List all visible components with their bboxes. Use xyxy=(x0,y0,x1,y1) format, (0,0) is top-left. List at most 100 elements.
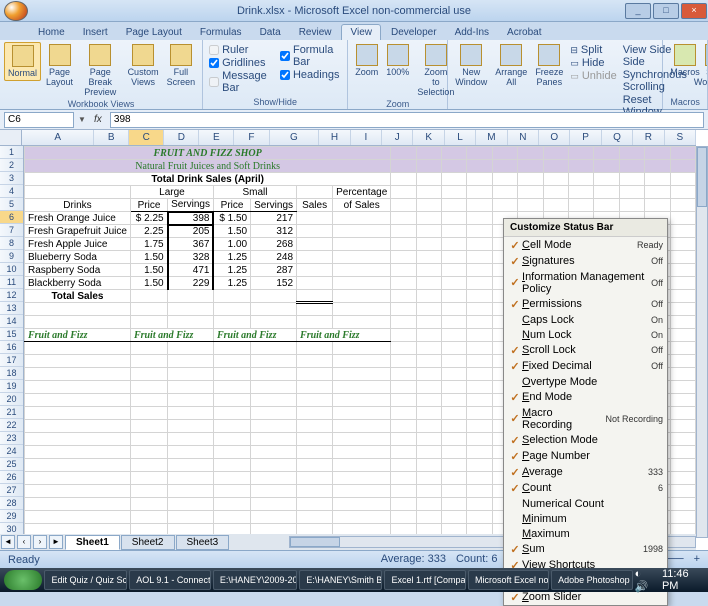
btn-unhide[interactable]: ▭ Unhide xyxy=(570,70,616,82)
col-header-K[interactable]: K xyxy=(413,130,444,145)
col-header-R[interactable]: R xyxy=(633,130,664,145)
tab-insert[interactable]: Insert xyxy=(75,25,116,40)
tab-data[interactable]: Data xyxy=(252,25,289,40)
lp-3[interactable]: 1.50 xyxy=(130,251,167,264)
row-header-14[interactable]: 14 xyxy=(0,315,23,328)
ctx-item-12[interactable]: ✓Page Number xyxy=(504,448,667,464)
drink-5[interactable]: Blackberry Soda xyxy=(25,277,131,290)
chk-ruler[interactable]: Ruler xyxy=(209,44,274,56)
ss-0[interactable]: 217 xyxy=(251,212,297,225)
row-header-25[interactable]: 25 xyxy=(0,458,23,471)
taskbar-item-4[interactable]: Excel 1.rtf [Compa… xyxy=(384,570,466,590)
row-header-17[interactable]: 17 xyxy=(0,354,23,367)
hdr-price-l[interactable]: Price xyxy=(130,199,167,212)
win-freeze-panes[interactable]: FreezePanes xyxy=(532,42,566,89)
taskbar-item-6[interactable]: Adobe Photoshop … xyxy=(551,570,633,590)
col-header-G[interactable]: G xyxy=(270,130,320,145)
sheet-tab-sheet2[interactable]: Sheet2 xyxy=(121,535,175,550)
ctx-item-6[interactable]: ✓Scroll LockOff xyxy=(504,342,667,358)
col-header-J[interactable]: J xyxy=(382,130,413,145)
ctx-item-0[interactable]: ✓Cell ModeReady xyxy=(504,237,667,253)
row-header-3[interactable]: 3 xyxy=(0,172,23,185)
hdr-totalsales[interactable]: Total Sales xyxy=(25,290,131,303)
hdr-small[interactable]: Small xyxy=(213,186,296,199)
col-header-L[interactable]: L xyxy=(445,130,476,145)
hdr-serv-s[interactable]: Servings xyxy=(251,199,297,212)
minimize-button[interactable]: _ xyxy=(625,3,651,19)
hdr-large[interactable]: Large xyxy=(130,186,213,199)
ss-3[interactable]: 248 xyxy=(251,251,297,264)
col-header-N[interactable]: N xyxy=(508,130,539,145)
row-header-11[interactable]: 11 xyxy=(0,276,23,289)
zoom-zoom[interactable]: Zoom xyxy=(352,42,381,79)
select-all-corner[interactable] xyxy=(0,130,22,145)
tab-home[interactable]: Home xyxy=(30,25,73,40)
row-header-23[interactable]: 23 xyxy=(0,432,23,445)
row-header-22[interactable]: 22 xyxy=(0,419,23,432)
ctx-item-15[interactable]: Numerical Count xyxy=(504,496,667,511)
tab-nav-first[interactable]: ◄ xyxy=(1,535,15,549)
col-header-A[interactable]: A xyxy=(22,130,94,145)
row-header-6[interactable]: 6 xyxy=(0,211,23,224)
tab-page-layout[interactable]: Page Layout xyxy=(118,25,190,40)
sp-5[interactable]: 1.25 xyxy=(213,277,250,290)
ss-2[interactable]: 268 xyxy=(251,238,297,251)
hdr-serv-l[interactable]: Servings xyxy=(168,199,214,212)
view-normal[interactable]: Normal xyxy=(4,42,41,81)
win-arrange-all[interactable]: ArrangeAll xyxy=(492,42,530,89)
start-button[interactable] xyxy=(4,570,42,590)
hdr-price-s[interactable]: Price xyxy=(213,199,250,212)
row-header-29[interactable]: 29 xyxy=(0,510,23,523)
row-header-26[interactable]: 26 xyxy=(0,471,23,484)
hdr-total[interactable]: Total Drink Sales (April) xyxy=(25,173,391,186)
row-header-9[interactable]: 9 xyxy=(0,250,23,263)
ls-2[interactable]: 367 xyxy=(168,238,214,251)
lp-2[interactable]: 1.75 xyxy=(130,238,167,251)
zoom-in-icon[interactable]: + xyxy=(694,553,700,566)
row-header-15[interactable]: 15 xyxy=(0,328,23,341)
lp-4[interactable]: 1.50 xyxy=(130,264,167,277)
row-header-2[interactable]: 2 xyxy=(0,159,23,172)
row-header-7[interactable]: 7 xyxy=(0,224,23,237)
col-header-H[interactable]: H xyxy=(319,130,350,145)
col-header-P[interactable]: P xyxy=(570,130,601,145)
col-header-S[interactable]: S xyxy=(665,130,696,145)
chk-headings[interactable]: Headings xyxy=(280,69,341,81)
hdr-pct[interactable]: Percentage xyxy=(333,186,391,199)
ls-3[interactable]: 328 xyxy=(168,251,214,264)
ls-5[interactable]: 229 xyxy=(168,277,214,290)
hdr-sales[interactable]: Sales xyxy=(297,199,333,212)
taskbar-item-1[interactable]: AOL 9.1 - Connect… xyxy=(129,570,211,590)
drink-2[interactable]: Fresh Apple Juice xyxy=(25,238,131,251)
shop-title[interactable]: FRUIT AND FIZZ SHOP xyxy=(25,147,391,160)
tray-icons[interactable]: ◐ 🔊 xyxy=(635,568,656,593)
ss-5[interactable]: 152 xyxy=(251,277,297,290)
ctx-item-5[interactable]: Num LockOn xyxy=(504,327,667,342)
sheet-tab-sheet3[interactable]: Sheet3 xyxy=(176,535,230,550)
row-header-20[interactable]: 20 xyxy=(0,393,23,406)
view-custom-views[interactable]: CustomViews xyxy=(125,42,162,89)
view-page-break-preview[interactable]: PageBreak Preview xyxy=(78,42,123,99)
taskbar-item-5[interactable]: Microsoft Excel no… xyxy=(468,570,549,590)
row-header-19[interactable]: 19 xyxy=(0,380,23,393)
win-new-window[interactable]: NewWindow xyxy=(452,42,490,89)
ff-2[interactable]: Fruit and Fizz xyxy=(130,329,213,342)
col-header-B[interactable]: B xyxy=(94,130,129,145)
ctx-item-3[interactable]: ✓PermissionsOff xyxy=(504,296,667,312)
tab-developer[interactable]: Developer xyxy=(383,25,445,40)
row-header-27[interactable]: 27 xyxy=(0,484,23,497)
zoom-100[interactable]: 100% xyxy=(383,42,412,79)
row-header-24[interactable]: 24 xyxy=(0,445,23,458)
hdr-ofsales[interactable]: of Sales xyxy=(333,199,391,212)
tab-formulas[interactable]: Formulas xyxy=(192,25,250,40)
ls-4[interactable]: 471 xyxy=(168,264,214,277)
row-header-12[interactable]: 12 xyxy=(0,289,23,302)
tab-nav-last[interactable]: ► xyxy=(49,535,63,549)
sp-3[interactable]: 1.25 xyxy=(213,251,250,264)
taskbar-item-2[interactable]: E:\HANEY\2009-20… xyxy=(213,570,297,590)
maximize-button[interactable]: □ xyxy=(653,3,679,19)
sp-0[interactable]: $ 1.50 xyxy=(213,212,250,225)
ss-4[interactable]: 287 xyxy=(251,264,297,277)
btn-macros[interactable]: Macros xyxy=(667,42,703,79)
col-header-I[interactable]: I xyxy=(351,130,382,145)
